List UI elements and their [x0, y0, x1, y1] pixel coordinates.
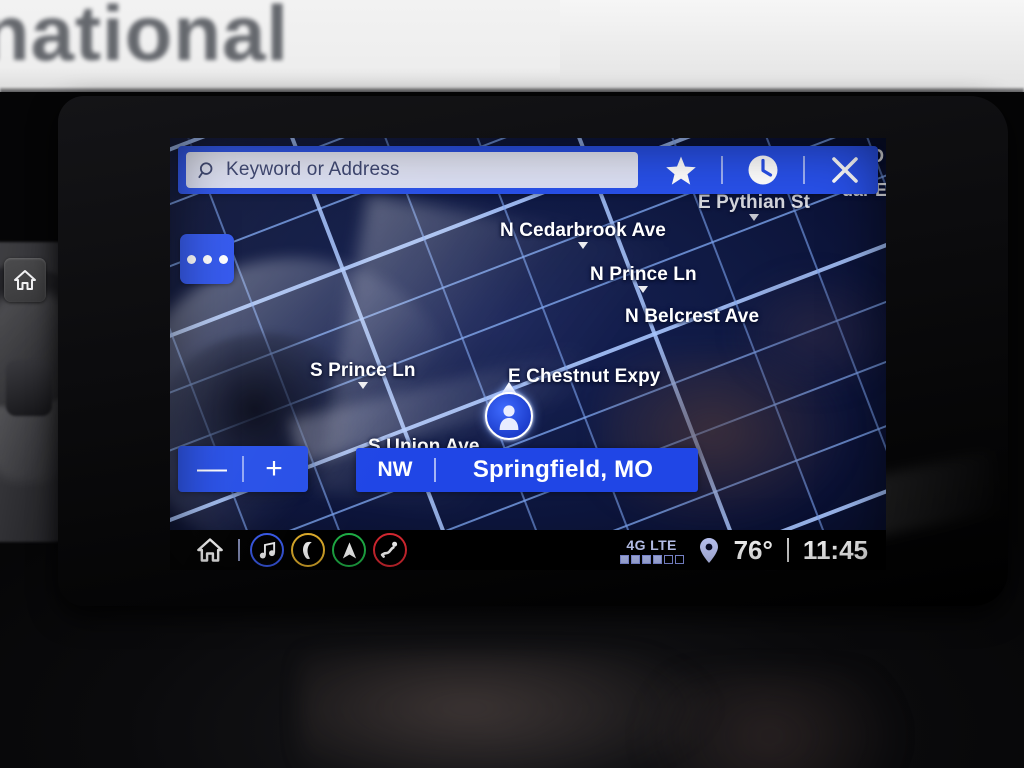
map-label-caret — [749, 214, 760, 221]
photo-scene: national N Cedarbrook Ave N Prince Ln N … — [0, 0, 1024, 768]
network-label: 4G LTE — [626, 536, 677, 553]
search-icon — [198, 161, 213, 178]
taskbar-item-home[interactable] — [192, 533, 228, 567]
map-label: N Prince Ln — [590, 264, 697, 293]
signal-bar — [674, 554, 684, 564]
home-icon — [197, 538, 223, 562]
taskbar-item-navigation[interactable] — [332, 533, 366, 567]
search-bar[interactable]: Keyword or Address — [178, 146, 878, 194]
search-input-field[interactable]: Keyword or Address — [186, 152, 638, 188]
home-icon — [14, 270, 36, 290]
map-label: S Prince Ln — [310, 360, 416, 389]
more-options-button[interactable] — [180, 234, 234, 284]
close-button[interactable] — [818, 150, 872, 190]
map-label-text: E Pythian St — [698, 192, 811, 213]
connectivity-indicator: 4G LTE — [619, 536, 684, 564]
compass-heading: NW — [377, 458, 413, 481]
phone-icon — [302, 541, 312, 559]
status-divider — [786, 538, 789, 562]
outside-temperature: 76° — [733, 534, 773, 565]
seat-icon — [380, 541, 398, 558]
clock-icon — [748, 155, 778, 185]
signal-bar — [619, 554, 629, 564]
zoom-out-button[interactable]: — — [182, 454, 242, 484]
map-label-text: S Prince Ln — [310, 360, 416, 381]
star-icon — [666, 156, 697, 185]
map-label: N Belcrest Ave — [625, 306, 759, 328]
search-bar-divider — [802, 156, 805, 184]
more-dots-icon — [202, 254, 212, 264]
taskbar-item-media[interactable] — [250, 533, 284, 567]
recent-destinations-button[interactable] — [736, 150, 790, 190]
taskbar-item-climate-seat[interactable] — [373, 533, 407, 567]
current-city: Springfield, MO — [472, 456, 654, 483]
physical-home-button[interactable] — [4, 258, 46, 302]
map-label-caret — [357, 382, 368, 389]
search-bar-divider — [721, 156, 724, 184]
location-pin-icon — [699, 537, 718, 563]
signal-bar — [641, 554, 651, 564]
person-silhouette-icon — [499, 405, 519, 430]
signal-bar — [663, 554, 673, 564]
signal-bar — [630, 554, 640, 564]
taskbar-status-area: 4G LTE 76° 11:45 — [619, 534, 868, 566]
music-note-icon — [259, 541, 275, 558]
center-console-shadow-right — [640, 672, 900, 768]
dashboard-knob — [6, 360, 52, 416]
favorites-button[interactable] — [654, 150, 708, 190]
infotainment-screen[interactable]: N Cedarbrook Ave N Prince Ln N Belcrest … — [170, 138, 886, 570]
map-zoom-controls[interactable]: — + — [178, 446, 308, 492]
system-taskbar[interactable]: 4G LTE 76° 11:45 — [170, 530, 886, 570]
signal-strength-bars — [619, 554, 684, 564]
vehicle-position-marker — [482, 382, 536, 450]
background-sign-text: national — [0, 0, 290, 77]
map-label: E Pythian St — [698, 192, 811, 221]
zoom-in-button[interactable]: + — [244, 454, 304, 484]
search-bar-actions — [648, 150, 878, 190]
map-label-text: N Prince Ln — [590, 264, 697, 285]
background-wall-right — [560, 0, 1024, 96]
map-label: N Cedarbrook Ave — [500, 220, 666, 249]
taskbar-app-shortcuts — [192, 533, 407, 567]
more-dots-icon — [218, 254, 228, 264]
signal-bar — [652, 554, 662, 564]
search-placeholder: Keyword or Address — [226, 159, 400, 180]
vehicle-position-icon — [485, 392, 533, 440]
close-icon — [831, 157, 858, 183]
map-label-caret — [638, 286, 649, 293]
map-label-caret — [577, 242, 588, 249]
more-dots-icon — [186, 254, 196, 264]
clock-time: 11:45 — [802, 534, 868, 565]
navigation-arrow-icon — [342, 541, 356, 558]
taskbar-divider — [238, 539, 240, 561]
screen-reflection-occupant-upper — [730, 268, 886, 398]
map-label-text: N Cedarbrook Ave — [500, 220, 666, 241]
map-status-bar[interactable]: NW Springfield, MO — [356, 448, 698, 492]
map-label-text: N Belcrest Ave — [625, 306, 760, 327]
taskbar-item-phone[interactable] — [291, 533, 325, 567]
